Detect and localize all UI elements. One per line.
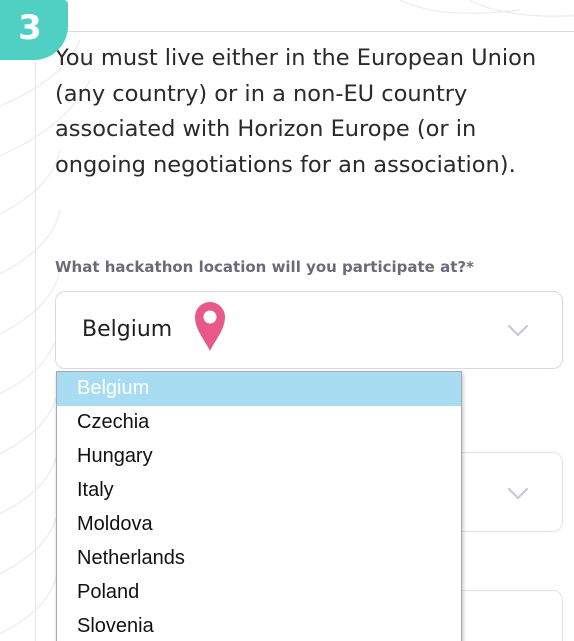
dropdown-option-netherlands[interactable]: Netherlands [57,542,461,576]
dropdown-option-belgium[interactable]: Belgium [57,372,461,406]
chevron-down-icon [507,324,529,337]
location-select[interactable]: Belgium [55,291,563,369]
form-page: 3 You must live either in the European U… [0,0,574,641]
location-dropdown-list[interactable]: Belgium Czechia Hungary Italy Moldova Ne… [56,371,462,641]
top-divider [60,31,574,32]
eligibility-text: You must live either in the European Uni… [55,45,537,178]
location-select-value: Belgium [82,317,173,342]
left-divider [35,62,36,641]
map-pin-icon [195,302,225,351]
dropdown-option-poland[interactable]: Poland [57,576,461,610]
dropdown-option-hungary[interactable]: Hungary [57,440,461,474]
dropdown-option-czechia[interactable]: Czechia [57,406,461,440]
dropdown-option-slovenia[interactable]: Slovenia [57,610,461,641]
dropdown-option-italy[interactable]: Italy [57,474,461,508]
location-question-label: What hackathon location will you partici… [55,258,474,276]
chevron-down-icon [507,487,529,500]
dropdown-option-moldova[interactable]: Moldova [57,508,461,542]
